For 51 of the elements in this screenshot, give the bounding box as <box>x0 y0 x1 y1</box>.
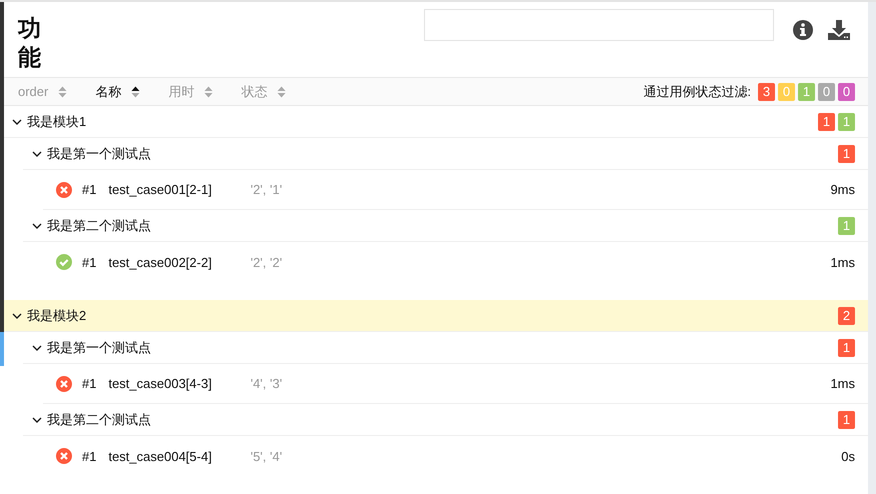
case-order: #1 <box>82 376 96 391</box>
count-badge: 1 <box>838 112 855 130</box>
case-params: '2', '1' <box>250 182 282 197</box>
download-icon[interactable] <box>827 19 851 41</box>
case-params: '5', '4' <box>250 448 282 464</box>
suite-name: 我是第二个测试点 <box>47 216 151 234</box>
module-name: 我是模块1 <box>27 112 86 130</box>
info-icon[interactable] <box>792 19 814 41</box>
module-name: 我是模块2 <box>27 306 86 324</box>
test-case-row[interactable]: #1 test_case003[4-3] '4', '3' 1ms <box>43 364 868 404</box>
suite-row[interactable]: 我是第一个测试点 1 <box>23 332 868 364</box>
case-name: test_case001[2-1] <box>108 182 213 197</box>
case-order: #1 <box>82 254 96 270</box>
sort-icon <box>204 86 214 98</box>
case-params: '4', '3' <box>250 376 282 391</box>
case-name: test_case002[2-2] <box>108 254 213 270</box>
suite-row[interactable]: 我是第一个测试点 1 <box>23 138 868 170</box>
suite-name: 我是第一个测试点 <box>47 338 151 356</box>
count-badge: 2 <box>838 306 855 324</box>
test-case-row[interactable]: #1 test_case001[2-1] '2', '1' 9ms <box>43 170 868 210</box>
suite-name: 我是第二个测试点 <box>47 410 151 428</box>
search-field[interactable] <box>424 9 774 41</box>
page-title: 功能 <box>18 14 42 72</box>
suite-row[interactable]: 我是第二个测试点 1 <box>23 404 868 436</box>
case-name: test_case003[4-3] <box>108 376 213 391</box>
case-name: test_case004[5-4] <box>108 448 213 464</box>
edge-marker <box>0 332 4 366</box>
module-row[interactable]: 我是模块1 1 1 <box>4 106 868 138</box>
count-badge: 1 <box>818 112 835 130</box>
sort-icon <box>131 86 140 98</box>
case-params: '2', '2' <box>250 254 282 270</box>
test-case-row[interactable]: #1 test_case002[2-2] '2', '2' 1ms <box>43 242 868 282</box>
sort-column[interactable]: 名称 <box>95 82 140 101</box>
module-row[interactable]: 我是模块2 2 <box>4 300 868 332</box>
suite-row[interactable]: 我是第二个测试点 1 <box>23 210 868 242</box>
case-order: #1 <box>82 182 96 197</box>
sort-icon <box>58 86 68 98</box>
count-badge: 1 <box>838 216 855 234</box>
count-badge: 1 <box>838 338 855 356</box>
case-duration: 0s <box>841 448 855 464</box>
suite-name: 我是第一个测试点 <box>47 144 151 162</box>
count-badge: 1 <box>838 144 855 162</box>
test-case-row[interactable]: #1 test_case004[5-4] '5', '4' 0s <box>43 436 868 476</box>
filter-label: 通过用例状态过滤: <box>643 82 751 101</box>
scrollbar[interactable] <box>868 2 876 494</box>
count-badge: 1 <box>838 410 855 428</box>
case-duration: 1ms <box>830 376 855 391</box>
case-order: #1 <box>82 448 96 464</box>
case-duration: 9ms <box>830 182 855 197</box>
sort-icon <box>277 86 286 98</box>
case-duration: 1ms <box>830 254 855 270</box>
